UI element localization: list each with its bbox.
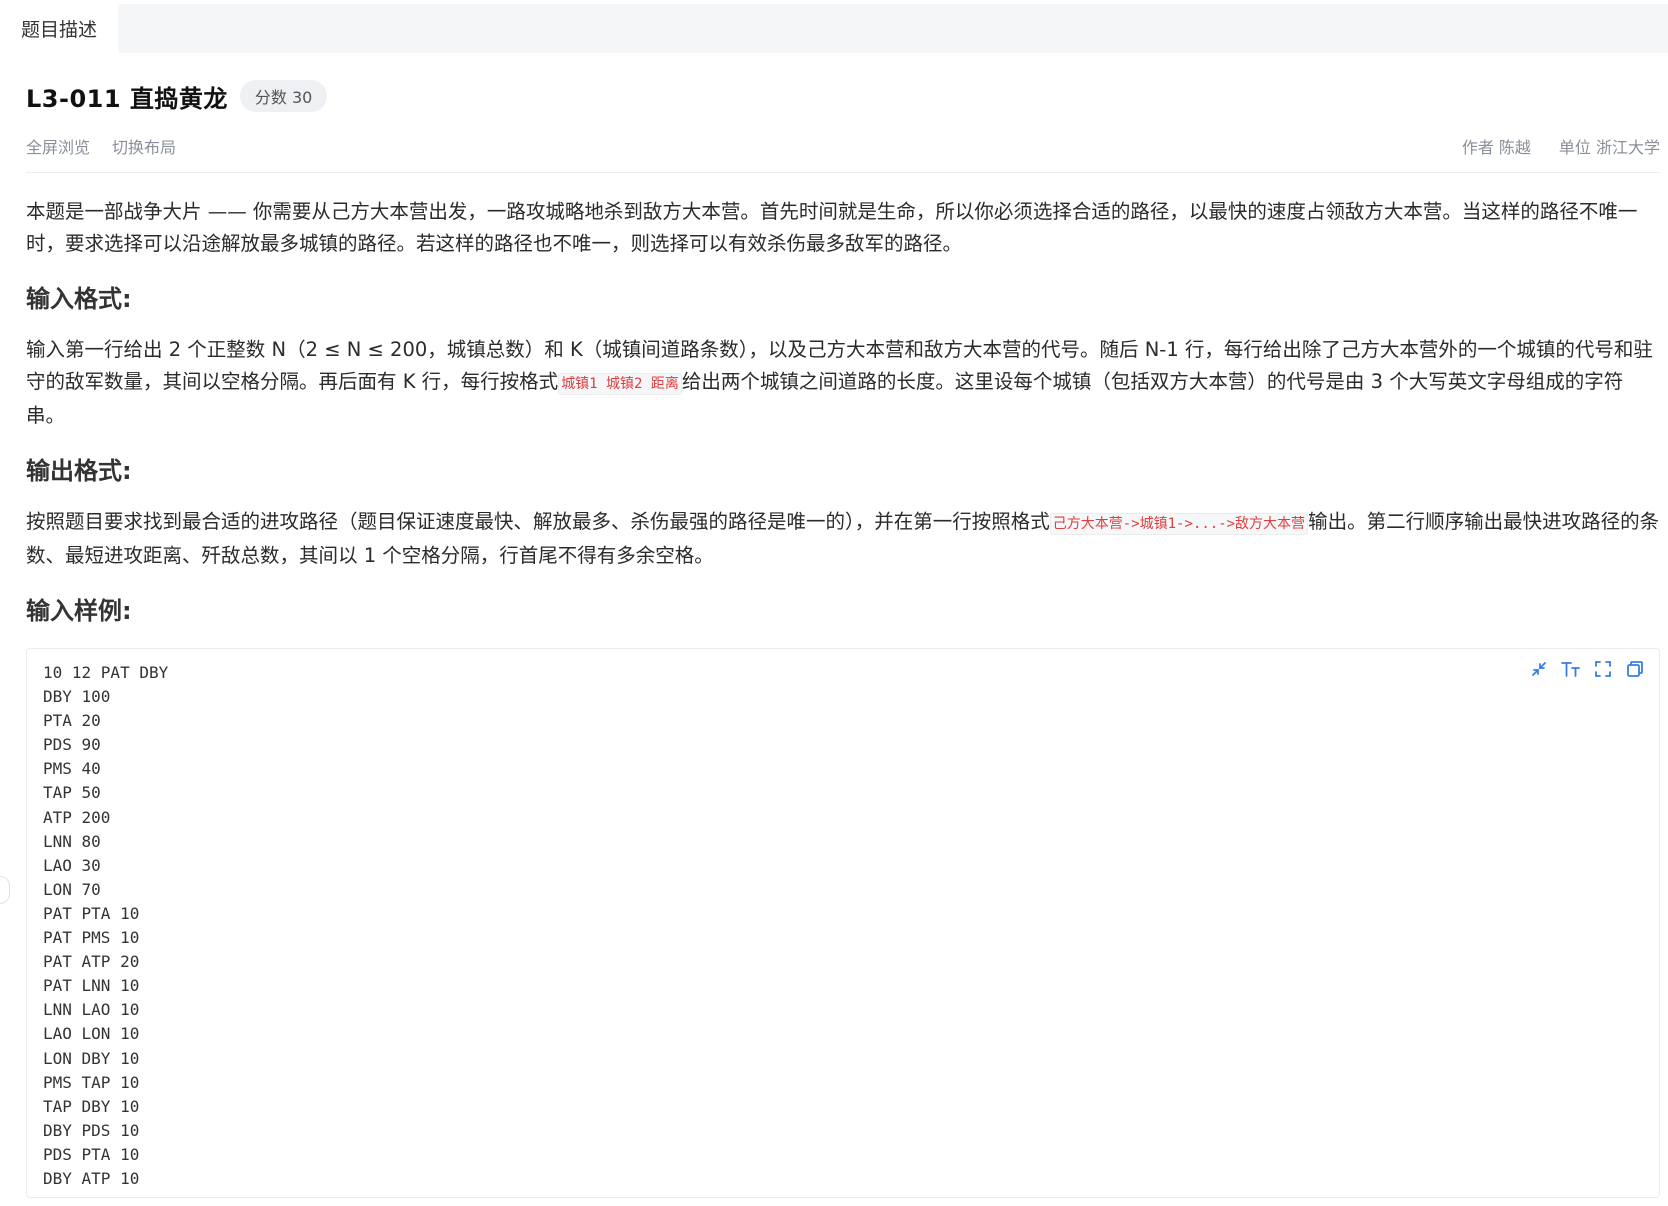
- code-line: DBY 100: [43, 687, 111, 707]
- input-format-paragraph: 输入第一行给出 2 个正整数 N（2 ≤ N ≤ 200，城镇总数）和 K（城镇…: [26, 334, 1662, 432]
- code-line: PAT LNN 10: [43, 976, 140, 996]
- code-line: DBY ATP 10: [43, 1168, 140, 1188]
- meta-info: 作者 陈越 单位 浙江大学: [1434, 134, 1660, 158]
- code-line: LNN LAO 10: [43, 1000, 140, 1020]
- meta-actions: 全屏浏览 切换布局: [26, 134, 198, 158]
- code-line: PAT PMS 10: [43, 928, 140, 948]
- page-title: L3-011 直捣黄龙: [26, 84, 228, 113]
- font-size-icon[interactable]: [1559, 657, 1583, 681]
- author-label: 作者 陈越: [1461, 138, 1531, 157]
- copy-icon[interactable]: [1623, 657, 1647, 681]
- output-format-paragraph: 按照题目要求找到最合适的进攻路径（题目保证速度最快、解放最多、杀伤最强的路径是唯…: [26, 506, 1662, 572]
- side-panel-handle[interactable]: [0, 876, 10, 904]
- title-row: L3-011 直捣黄龙 分数 30: [26, 78, 328, 114]
- code-lines: 10 12 PAT DBY DBY 100 PTA 20 PDS 90 PMS 40 TA…: [43, 661, 168, 1191]
- org-label: 单位 浙江大学: [1558, 138, 1660, 157]
- code-toolbar: [1519, 657, 1647, 681]
- meta-row: 全屏浏览 切换布局 作者 陈越 单位 浙江大学: [26, 134, 1660, 158]
- output-format-code: 己方大本营->城镇1->...->敌方大本营: [1049, 513, 1309, 535]
- code-line: LNN 80: [43, 831, 101, 851]
- code-line: TAP 50: [43, 783, 101, 803]
- divider: [26, 172, 1660, 173]
- code-line: PMS 40: [43, 759, 101, 779]
- tab-description[interactable]: 题目描述: [0, 4, 118, 53]
- code-line: ATP 200: [43, 807, 111, 827]
- output-format-text-a: 按照题目要求找到最合适的进攻路径（题目保证速度最快、解放最多、杀伤最强的路径是唯…: [26, 510, 1050, 533]
- code-line: PDS PTA 10: [43, 1144, 140, 1164]
- input-format-code: 城镇1 城镇2 距离: [558, 373, 682, 395]
- code-line: PDS 90: [43, 735, 101, 755]
- code-line: DBY PDS 10: [43, 1120, 140, 1140]
- toggle-layout-link[interactable]: 切换布局: [112, 134, 176, 158]
- code-line: 10 12 PAT DBY: [43, 663, 169, 682]
- code-line: LON DBY 10: [43, 1048, 140, 1068]
- sample-input-codeblock[interactable]: 10 12 PAT DBY DBY 100 PTA 20 PDS 90 PMS 40 TA…: [26, 648, 1660, 1198]
- code-line: LAO LON 10: [43, 1024, 140, 1044]
- fullscreen-link[interactable]: 全屏浏览: [26, 134, 90, 158]
- output-format-heading: 输出格式:: [26, 457, 132, 485]
- sample-input-heading: 输入样例:: [26, 597, 132, 625]
- collapse-icon[interactable]: [1527, 657, 1551, 681]
- problem-page: 题目描述 L3-011 直捣黄龙 分数 30 全屏浏览 切换布局 作者 陈越 单…: [0, 0, 1668, 1206]
- code-line: PTA 20: [43, 711, 101, 731]
- code-line: PAT ATP 20: [43, 952, 140, 972]
- description-paragraph: 本题是一部战争大片 —— 你需要从己方大本营出发，一路攻城略地杀到敌方大本营。首…: [26, 200, 1638, 255]
- code-line: LON 70: [43, 879, 101, 899]
- input-format-heading: 输入格式:: [26, 285, 132, 313]
- score-badge: 分数 30: [239, 80, 328, 112]
- fullscreen-icon[interactable]: [1591, 657, 1615, 681]
- problem-content: 本题是一部战争大片 —— 你需要从己方大本营出发，一路攻城略地杀到敌方大本营。首…: [26, 196, 1662, 628]
- code-line: LAO 30: [43, 855, 101, 875]
- code-line: TAP DBY 10: [43, 1096, 140, 1116]
- code-line: PMS TAP 10: [43, 1072, 140, 1092]
- tab-bar: 题目描述: [0, 4, 1668, 53]
- code-line: PAT PTA 10: [43, 903, 140, 923]
